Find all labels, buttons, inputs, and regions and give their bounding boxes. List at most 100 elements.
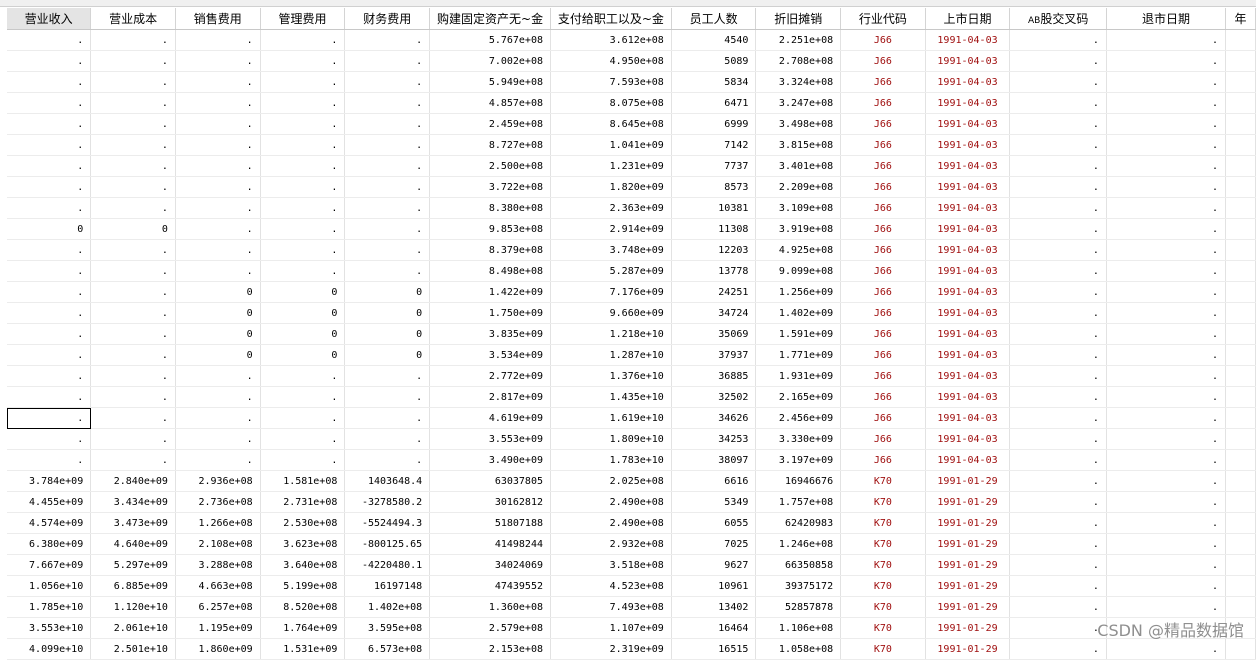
table-cell[interactable]: -4220480.1 bbox=[344, 554, 431, 576]
table-cell[interactable]: 3.553e+09 bbox=[429, 428, 551, 450]
table-cell[interactable]: 3.835e+09 bbox=[429, 323, 551, 345]
table-cell[interactable]: 1991-04-03 bbox=[925, 218, 1011, 240]
table-cell[interactable]: 1991-01-29 bbox=[925, 596, 1011, 618]
table-cell[interactable]: 1991-01-29 bbox=[925, 533, 1011, 555]
col-header-ab-cross-code[interactable]: AB股交叉码 bbox=[1009, 8, 1107, 30]
table-cell[interactable] bbox=[1225, 596, 1256, 618]
table-row[interactable]: 3.784e+09 2.840e+09 2.936e+08 1.581e+08 1403… bbox=[7, 470, 1256, 492]
table-cell[interactable]: 8.075e+08 bbox=[550, 92, 672, 114]
table-cell[interactable]: . bbox=[175, 155, 261, 177]
table-cell[interactable]: J66 bbox=[840, 239, 926, 261]
table-cell[interactable]: 1991-04-03 bbox=[925, 323, 1011, 345]
table-row[interactable]: ..... 7.002e+08 4.950e+08 5089 2.708e+08 J66 1… bbox=[7, 50, 1256, 72]
table-cell[interactable]: 9627 bbox=[671, 554, 757, 576]
table-row[interactable]: 1.056e+10 6.885e+09 4.663e+08 5.199e+08 1619… bbox=[7, 575, 1256, 597]
table-cell[interactable]: . bbox=[1009, 134, 1107, 156]
table-cell[interactable]: . bbox=[90, 302, 176, 324]
table-cell[interactable]: . bbox=[1106, 71, 1227, 93]
table-cell[interactable]: 4.574e+09 bbox=[7, 512, 92, 534]
table-cell[interactable]: . bbox=[7, 92, 92, 114]
table-cell[interactable]: . bbox=[1009, 71, 1107, 93]
table-cell[interactable]: 1.820e+09 bbox=[550, 176, 672, 198]
table-cell[interactable] bbox=[1225, 239, 1256, 261]
table-cell[interactable]: 5.287e+09 bbox=[550, 260, 672, 282]
table-cell[interactable]: 13778 bbox=[671, 260, 757, 282]
table-cell[interactable]: . bbox=[1009, 29, 1107, 51]
table-cell[interactable]: . bbox=[344, 71, 431, 93]
table-cell[interactable]: 5349 bbox=[671, 491, 757, 513]
table-cell[interactable]: . bbox=[1106, 344, 1227, 366]
table-cell[interactable]: J66 bbox=[840, 449, 926, 471]
table-cell[interactable]: J66 bbox=[840, 323, 926, 345]
table-cell[interactable]: . bbox=[1009, 533, 1107, 555]
table-cell[interactable]: 3.109e+08 bbox=[755, 197, 842, 219]
table-cell[interactable]: . bbox=[1106, 134, 1227, 156]
table-cell[interactable]: 3.518e+08 bbox=[550, 554, 672, 576]
table-cell[interactable]: 1.860e+09 bbox=[175, 638, 261, 660]
table-cell[interactable]: . bbox=[1106, 239, 1227, 261]
table-cell[interactable]: 12203 bbox=[671, 239, 757, 261]
table-row[interactable]: .. 0 0 0 1.750e+09 9.660e+09 34724 1.402e+09 J66… bbox=[7, 302, 1256, 324]
table-cell[interactable]: . bbox=[344, 134, 431, 156]
table-cell[interactable]: 3.748e+09 bbox=[550, 239, 672, 261]
table-cell[interactable]: 0 bbox=[260, 302, 346, 324]
table-cell[interactable]: 1991-04-03 bbox=[925, 344, 1011, 366]
table-cell[interactable]: 0 bbox=[344, 302, 431, 324]
table-cell[interactable]: . bbox=[1106, 281, 1227, 303]
table-cell[interactable]: . bbox=[1009, 218, 1107, 240]
table-cell[interactable]: K70 bbox=[840, 638, 926, 660]
table-cell[interactable]: 2.319e+09 bbox=[550, 638, 672, 660]
table-cell[interactable]: . bbox=[260, 176, 346, 198]
table-cell[interactable]: 3.612e+08 bbox=[550, 29, 672, 51]
table-cell[interactable]: 7737 bbox=[671, 155, 757, 177]
table-cell[interactable]: 7142 bbox=[671, 134, 757, 156]
table-cell[interactable]: . bbox=[175, 197, 261, 219]
table-cell[interactable]: . bbox=[90, 407, 176, 429]
table-row[interactable]: ..... 2.817e+09 1.435e+10 32502 2.165e+09 J66… bbox=[7, 386, 1256, 408]
table-cell[interactable]: . bbox=[344, 386, 431, 408]
table-cell[interactable]: 2.840e+09 bbox=[90, 470, 176, 492]
table-row[interactable]: ..... 8.379e+08 3.748e+09 12203 4.925e+08 J66… bbox=[7, 239, 1256, 261]
table-cell[interactable]: 63037805 bbox=[429, 470, 551, 492]
table-cell[interactable]: 1403648.4 bbox=[344, 470, 431, 492]
table-cell[interactable]: 1991-04-03 bbox=[925, 428, 1011, 450]
col-header-year[interactable]: 年 bbox=[1225, 8, 1256, 30]
table-cell[interactable]: . bbox=[90, 155, 176, 177]
col-header-listing-date[interactable]: 上市日期 bbox=[925, 8, 1011, 30]
table-cell[interactable]: 1.041e+09 bbox=[550, 134, 672, 156]
table-cell[interactable]: . bbox=[7, 197, 92, 219]
table-cell[interactable]: 3.473e+09 bbox=[90, 512, 176, 534]
table-row[interactable]: 3.553e+10 2.061e+10 1.195e+09 1.764e+09 3.59… bbox=[7, 617, 1256, 639]
table-cell[interactable]: 3.722e+08 bbox=[429, 176, 551, 198]
table-cell[interactable]: 1991-01-29 bbox=[925, 554, 1011, 576]
table-cell[interactable]: K70 bbox=[840, 554, 926, 576]
table-cell[interactable]: 1991-04-03 bbox=[925, 281, 1011, 303]
table-row[interactable]: .. 0 0 0 3.835e+09 1.218e+10 35069 1.591e+09 J66… bbox=[7, 323, 1256, 345]
table-cell[interactable]: 1991-04-03 bbox=[925, 155, 1011, 177]
table-cell[interactable]: . bbox=[1106, 197, 1227, 219]
table-cell[interactable]: 1991-04-03 bbox=[925, 239, 1011, 261]
table-cell[interactable]: . bbox=[1009, 554, 1107, 576]
table-cell[interactable]: 0 bbox=[90, 218, 176, 240]
table-cell[interactable]: 1991-01-29 bbox=[925, 638, 1011, 660]
table-cell[interactable]: 5.949e+08 bbox=[429, 71, 551, 93]
table-cell[interactable]: 9.853e+08 bbox=[429, 218, 551, 240]
table-cell[interactable]: 5089 bbox=[671, 50, 757, 72]
table-cell[interactable]: 2.501e+10 bbox=[90, 638, 176, 660]
table-cell[interactable]: . bbox=[260, 428, 346, 450]
table-cell[interactable]: 3.330e+09 bbox=[755, 428, 842, 450]
col-header-sales-expense[interactable]: 销售费用 bbox=[175, 8, 261, 30]
table-cell[interactable]: . bbox=[344, 407, 431, 429]
table-cell[interactable]: 1991-04-03 bbox=[925, 71, 1011, 93]
table-cell[interactable]: . bbox=[1106, 428, 1227, 450]
table-cell[interactable]: 35069 bbox=[671, 323, 757, 345]
table-cell[interactable]: 0 bbox=[260, 323, 346, 345]
table-cell[interactable]: . bbox=[1106, 365, 1227, 387]
table-cell[interactable]: . bbox=[260, 407, 346, 429]
table-cell[interactable]: . bbox=[1009, 512, 1107, 534]
table-cell[interactable]: . bbox=[1106, 512, 1227, 534]
table-cell[interactable]: 8.380e+08 bbox=[429, 197, 551, 219]
table-cell[interactable] bbox=[1225, 344, 1256, 366]
table-cell[interactable]: 8.727e+08 bbox=[429, 134, 551, 156]
table-cell[interactable]: . bbox=[1009, 302, 1107, 324]
